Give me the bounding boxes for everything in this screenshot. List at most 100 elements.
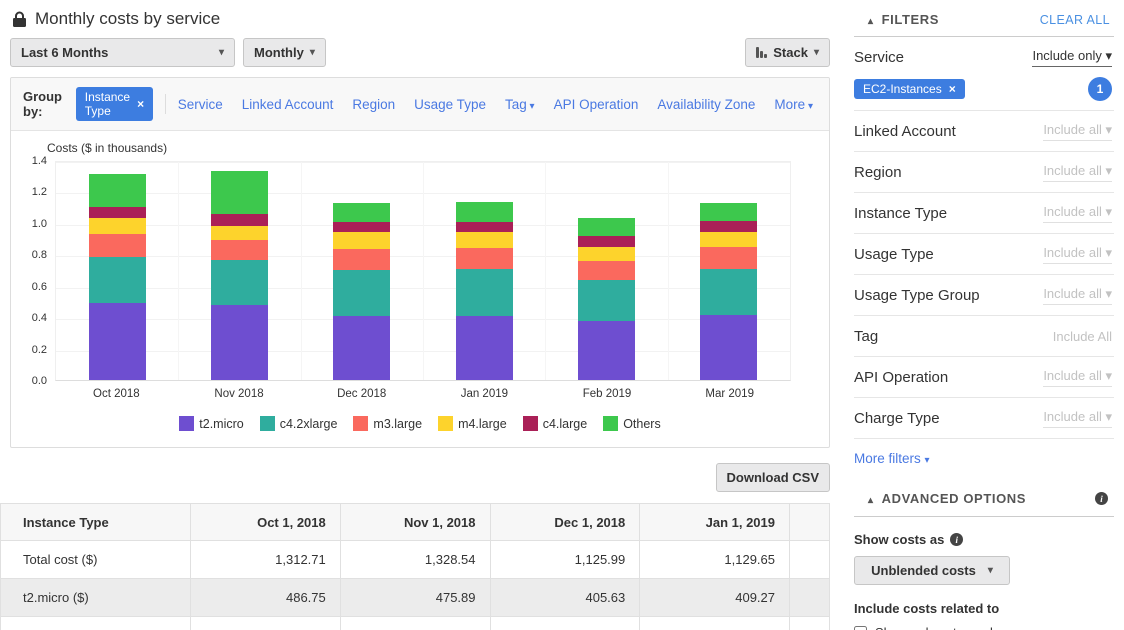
bar-segment-others[interactable]: [577, 218, 635, 236]
filter-mode-dropdown[interactable]: Include all ▾: [1043, 245, 1112, 264]
filter-mode-dropdown[interactable]: Include all ▾: [1043, 122, 1112, 141]
chart-plot[interactable]: [55, 161, 791, 381]
filter-mode-dropdown[interactable]: Include only ▾: [1032, 48, 1112, 67]
filter-mode-dropdown[interactable]: Include all ▾: [1043, 409, 1112, 428]
filter-mode-dropdown[interactable]: Include all ▾: [1043, 368, 1112, 387]
stacked-bar[interactable]: [700, 202, 758, 380]
filter-count-badge: 1: [1088, 77, 1112, 101]
bar-segment-c4.large[interactable]: [88, 207, 146, 219]
filter-mode-dropdown[interactable]: Include all ▾: [1043, 204, 1112, 223]
bar-segment-m3.large[interactable]: [700, 247, 758, 270]
clear-all-link[interactable]: CLEAR ALL: [1040, 13, 1110, 27]
bar-segment-m4.large[interactable]: [455, 232, 513, 249]
filter-chip-ec2-instances[interactable]: EC2-Instances ×: [854, 79, 965, 99]
bar-segment-m3.large[interactable]: [577, 260, 635, 281]
bar-group-jan-2019: [423, 162, 545, 380]
y-tick-label: 1.4: [31, 155, 47, 167]
table-cell: 296.11: [190, 616, 341, 630]
bar-segment-m4.large[interactable]: [333, 232, 391, 250]
close-icon[interactable]: ×: [137, 97, 144, 111]
bar-segment-c4.2xlarge[interactable]: [700, 269, 758, 316]
bar-segment-t2.micro[interactable]: [333, 316, 391, 380]
granularity-dropdown[interactable]: Monthly ▾: [243, 38, 326, 67]
bar-segment-t2.micro[interactable]: [210, 305, 268, 380]
bar-segment-others[interactable]: [210, 171, 268, 214]
chevron-down-icon: ▾: [218, 47, 224, 58]
bar-segment-m3.large[interactable]: [455, 248, 513, 270]
bar-segment-m3.large[interactable]: [88, 233, 146, 257]
bar-segment-others[interactable]: [700, 202, 758, 221]
bar-segment-t2.micro[interactable]: [88, 303, 146, 380]
advanced-options-title[interactable]: ▴ ADVANCED OPTIONS: [868, 491, 1026, 506]
bar-segment-t2.micro[interactable]: [455, 315, 513, 380]
untagged-resources-option[interactable]: Show only untagged resources: [854, 625, 1114, 630]
stacked-bar[interactable]: [333, 203, 391, 380]
chart-panel: Group by: Instance Type × Service Linked A…: [10, 77, 830, 448]
y-tick-label: 0.6: [31, 280, 47, 293]
legend-label: c4.large: [542, 416, 588, 431]
group-by-link-linked-account[interactable]: Linked Account: [242, 97, 334, 112]
untagged-resources-checkbox[interactable]: [854, 626, 867, 630]
bar-segment-c4.large[interactable]: [210, 213, 268, 226]
group-by-link-api-operation[interactable]: API Operation: [554, 97, 639, 112]
bar-segment-c4.2xlarge[interactable]: [577, 280, 635, 322]
info-icon[interactable]: i: [1095, 492, 1108, 505]
close-icon[interactable]: ×: [949, 82, 956, 96]
download-csv-button[interactable]: Download CSV: [715, 463, 830, 492]
group-by-link-availability-zone[interactable]: Availability Zone: [657, 97, 755, 112]
bar-segment-m4.large[interactable]: [577, 247, 635, 261]
filters-title[interactable]: ▴ FILTERS: [868, 12, 939, 27]
stacked-bar[interactable]: [577, 218, 635, 380]
group-by-link-tag[interactable]: Tag ▾: [505, 97, 535, 112]
x-tick-label: Feb 2019: [582, 388, 632, 400]
info-icon[interactable]: i: [950, 533, 964, 546]
bar-segment-c4.2xlarge[interactable]: [210, 260, 268, 306]
table-cell: t2.micro ($): [0, 578, 191, 617]
more-filters-link[interactable]: More filters ▾: [854, 439, 1114, 480]
controls-toolbar: Last 6 Months ▾ Monthly ▾ Stack ▾: [10, 38, 830, 67]
bar-segment-c4.2xlarge[interactable]: [333, 269, 391, 317]
filter-mode-dropdown[interactable]: Include all ▾: [1043, 163, 1112, 182]
bar-group-feb-2019: [545, 162, 667, 380]
chart-y-axis: 0.0 0.2 0.4 0.6 0.8 1.0 1.2 1.4: [21, 155, 55, 387]
bar-segment-others[interactable]: [333, 203, 391, 223]
bar-segment-m4.large[interactable]: [700, 231, 758, 248]
table-cell: 1,312.71: [190, 540, 341, 579]
untagged-resources-label: Show only untagged resources: [875, 625, 1054, 630]
bar-segment-m4.large[interactable]: [88, 218, 146, 234]
filter-mode-dropdown[interactable]: Include all ▾: [1043, 286, 1112, 305]
bar-segment-c4.large[interactable]: [700, 220, 758, 232]
bar-segment-c4.2xlarge[interactable]: [88, 256, 146, 304]
bar-segment-c4.large[interactable]: [577, 235, 635, 248]
bar-segment-m3.large[interactable]: [333, 249, 391, 270]
bar-segment-m4.large[interactable]: [210, 225, 268, 241]
bar-segment-c4.large[interactable]: [333, 222, 391, 233]
bar-segment-c4.large[interactable]: [455, 222, 513, 233]
collapse-triangle-icon: ▴: [868, 16, 874, 27]
bar-segment-m3.large[interactable]: [210, 240, 268, 261]
bar-segment-c4.2xlarge[interactable]: [455, 269, 513, 316]
page-title: Monthly costs by service: [35, 9, 221, 28]
legend-item-others: Others: [603, 416, 661, 431]
filter-mode-dropdown[interactable]: Include All: [1053, 329, 1112, 344]
stacked-bar[interactable]: [88, 173, 146, 380]
stacked-bar[interactable]: [210, 171, 268, 380]
cost-table-wrap: Instance Type Oct 1, 2018 Nov 1, 2018 Dec 1…: [0, 503, 842, 630]
time-range-dropdown[interactable]: Last 6 Months ▾: [10, 38, 235, 67]
group-by-chip-instance-type[interactable]: Instance Type ×: [75, 87, 154, 121]
group-by-link-region[interactable]: Region: [352, 97, 395, 112]
filter-label: Tag: [854, 327, 879, 345]
stacked-bar[interactable]: [455, 202, 513, 380]
bar-segment-others[interactable]: [455, 202, 513, 223]
legend-item-m3.large: m3.large: [353, 416, 422, 431]
bar-segment-t2.micro[interactable]: [577, 321, 635, 380]
unblended-costs-dropdown[interactable]: Unblended costs ▾: [854, 556, 1010, 585]
bar-segment-t2.micro[interactable]: [700, 315, 758, 380]
y-tick-label: 1.0: [31, 217, 47, 230]
group-by-link-usage-type[interactable]: Usage Type: [414, 97, 486, 112]
group-by-link-more[interactable]: More ▾: [774, 97, 813, 112]
chart-type-dropdown[interactable]: Stack ▾: [745, 38, 830, 67]
bar-segment-others[interactable]: [88, 173, 146, 208]
group-by-link-service[interactable]: Service: [178, 97, 223, 112]
chevron-down-icon: ▾: [987, 565, 993, 576]
